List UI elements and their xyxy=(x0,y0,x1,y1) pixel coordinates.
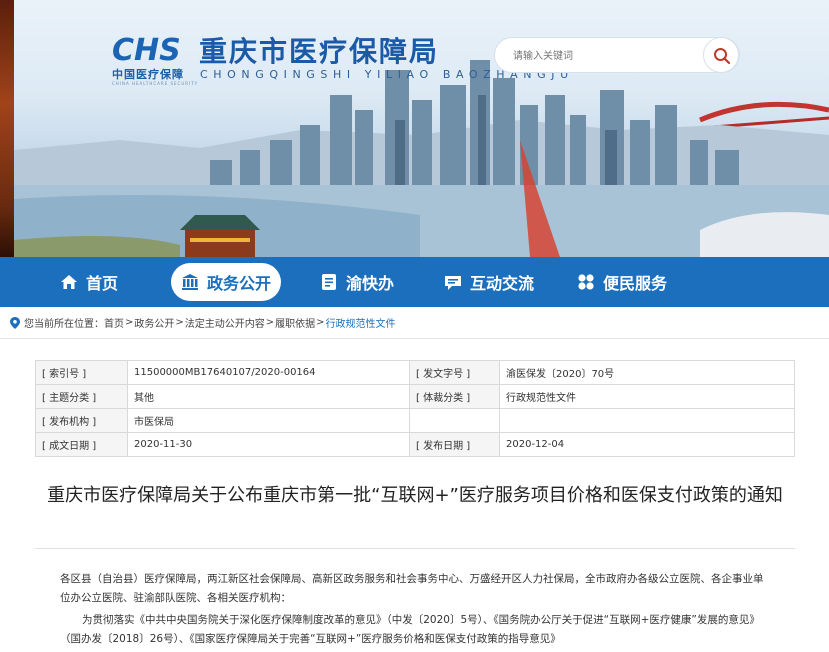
topic-value: 其他 xyxy=(127,384,410,409)
breadcrumb-separator: > xyxy=(316,317,325,328)
table-row: [ 发布机构 ] 市医保局 xyxy=(35,408,795,433)
chs-logo-icon: CHS xyxy=(112,34,181,64)
nav-public-services[interactable]: 便民服务 xyxy=(577,257,667,307)
created-date-value: 2020-11-30 xyxy=(127,432,410,457)
breadcrumb-normative-documents[interactable]: 行政规范性文件 xyxy=(326,315,396,330)
search-box xyxy=(494,37,740,73)
main-nav: 首页 政务公开 渝快办 互动交流 便民服务 xyxy=(0,257,829,307)
empty-cell xyxy=(499,408,795,433)
breadcrumb-government-affairs[interactable]: 政务公开 xyxy=(134,315,174,330)
logo-subtitle-en: CHINA HEALTHCARE SECURITY xyxy=(112,81,199,86)
article-addressee: 各区县（自治县）医疗保障局，两江新区社会保障局、高新区政务服务和社会事务中心、万… xyxy=(60,573,764,604)
bank-icon xyxy=(182,274,198,290)
logo-mark-text: CHS xyxy=(112,34,181,64)
table-row: [ 索引号 ] 11500000MB17640107/2020-00164 [ … xyxy=(35,360,795,385)
article-body: 各区县（自治县）医疗保障局，两江新区社会保障局、高新区政务服务和社会事务中心、万… xyxy=(60,570,770,652)
genre-value: 行政规范性文件 xyxy=(499,384,795,409)
location-pin-icon xyxy=(10,316,20,329)
created-date-label: [ 成文日期 ] xyxy=(35,432,128,457)
issuer-value: 市医保局 xyxy=(127,408,410,433)
document-number-value: 渝医保发〔2020〕70号 xyxy=(499,360,795,385)
breadcrumb-statutory-disclosure[interactable]: 法定主动公开内容 xyxy=(185,315,265,330)
search-button[interactable] xyxy=(703,37,739,73)
grid-icon xyxy=(578,274,594,290)
published-date-value: 2020-12-04 xyxy=(499,432,795,457)
document-number-label: [ 发文字号 ] xyxy=(409,360,500,385)
breadcrumb-separator: > xyxy=(125,317,134,328)
table-row: [ 成文日期 ] 2020-11-30 [ 发布日期 ] 2020-12-04 xyxy=(35,432,795,457)
nav-interaction-label: 互动交流 xyxy=(470,274,535,293)
breadcrumb-prefix: 您当前所在位置： xyxy=(24,319,104,330)
logo-subtitle: 中国医疗保障 xyxy=(112,68,184,81)
nav-government-affairs-label: 政务公开 xyxy=(207,274,272,293)
nav-home-label: 首页 xyxy=(86,274,119,293)
nav-interaction[interactable]: 互动交流 xyxy=(444,257,534,307)
breadcrumb: 您当前所在位置： 首页 > 政务公开 > 法定主动公开内容 > 履职依据 > 行… xyxy=(0,307,829,339)
breadcrumb-separator: > xyxy=(265,317,275,328)
search-input[interactable] xyxy=(513,47,698,65)
breadcrumb-home[interactable]: 首页 xyxy=(104,315,124,330)
nav-home[interactable]: 首页 xyxy=(60,257,118,307)
nav-public-services-label: 便民服务 xyxy=(603,274,668,293)
nav-yukuaiban-label: 渝快办 xyxy=(346,274,395,293)
published-date-label: [ 发布日期 ] xyxy=(409,432,500,457)
empty-cell xyxy=(409,408,500,433)
document-icon xyxy=(322,274,336,290)
issuer-label: [ 发布机构 ] xyxy=(35,408,128,433)
breadcrumb-separator: > xyxy=(175,317,184,328)
topic-label: [ 主题分类 ] xyxy=(35,384,128,409)
table-row: [ 主题分类 ] 其他 [ 体裁分类 ] 行政规范性文件 xyxy=(35,384,795,409)
site-title: 重庆市医疗保障局 xyxy=(199,35,440,68)
document-meta-table: [ 索引号 ] 11500000MB17640107/2020-00164 [ … xyxy=(35,360,795,457)
nav-yukuaiban[interactable]: 渝快办 xyxy=(320,257,394,307)
index-number-label: [ 索引号 ] xyxy=(35,360,128,385)
article-title: 重庆市医疗保障局关于公布重庆市第一批“互联网+”医疗服务项目价格和医保支付政策的… xyxy=(47,485,783,506)
header-banner: CHS 中国医疗保障 CHINA HEALTHCARE SECURITY 重庆市… xyxy=(0,0,829,257)
search-icon xyxy=(714,48,731,65)
chat-icon xyxy=(445,276,461,290)
index-number-value: 11500000MB17640107/2020-00164 xyxy=(127,360,410,385)
home-icon xyxy=(61,275,77,289)
left-decoration xyxy=(0,0,14,257)
title-divider xyxy=(35,548,795,549)
nav-government-affairs[interactable]: 政务公开 xyxy=(171,263,282,301)
article-paragraph: 为贯彻落实《中共中央国务院关于深化医疗保障制度改革的意见》（中发〔2020〕5号… xyxy=(60,614,760,645)
breadcrumb-duty-basis[interactable]: 履职依据 xyxy=(275,315,315,330)
genre-label: [ 体裁分类 ] xyxy=(409,384,500,409)
